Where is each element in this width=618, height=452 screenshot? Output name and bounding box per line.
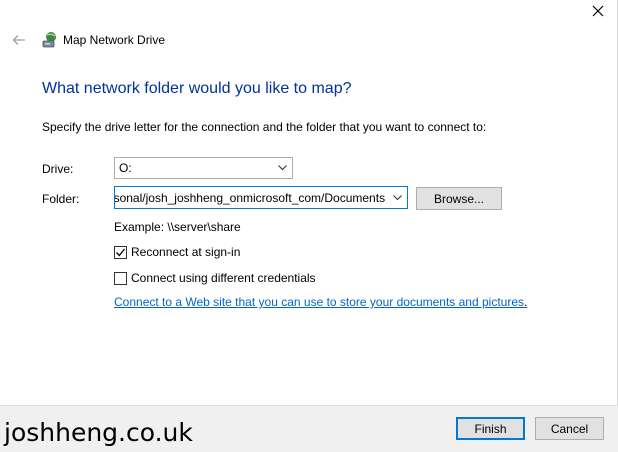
folder-label: Folder: — [42, 192, 80, 206]
watermark-text: joshheng.co.uk — [4, 418, 193, 447]
instruction-text: Specify the drive letter for the connect… — [42, 120, 487, 134]
cancel-button[interactable]: Cancel — [535, 417, 604, 440]
drive-select-value: O: — [119, 161, 132, 175]
example-text: Example: \\server\share — [114, 220, 241, 234]
reconnect-label: Reconnect at sign-in — [131, 245, 241, 259]
folder-input[interactable]: \\onedrive.live.com@SSL\personal/josh_jo… — [114, 186, 408, 209]
link-suffix: . — [524, 295, 528, 309]
back-arrow-icon — [12, 35, 25, 45]
browse-button[interactable]: Browse... — [416, 187, 502, 210]
finish-button[interactable]: Finish — [456, 417, 525, 440]
wizard-title: Map Network Drive — [63, 33, 166, 47]
folder-input-value: \\onedrive.live.com@SSL\personal/josh_jo… — [115, 190, 385, 205]
reconnect-option[interactable]: Reconnect at sign-in — [114, 245, 240, 259]
wizard-header: Map Network Drive — [10, 30, 165, 50]
credentials-label: Connect using different credentials — [131, 271, 316, 285]
map-network-drive-dialog: Map Network Drive What network folder wo… — [0, 0, 618, 452]
web-storage-link[interactable]: Connect to a Web site that you can use t… — [114, 295, 524, 309]
drive-select[interactable]: O: — [114, 157, 293, 179]
drive-label: Drive: — [42, 162, 74, 176]
network-drive-icon — [41, 31, 59, 49]
reconnect-checkbox[interactable] — [114, 245, 127, 259]
web-storage-link-row: Connect to a Web site that you can use t… — [114, 295, 527, 309]
chevron-down-icon — [393, 195, 402, 201]
close-icon — [592, 5, 604, 17]
credentials-checkbox[interactable] — [114, 271, 127, 285]
chevron-down-icon — [278, 165, 287, 171]
checkmark-icon — [116, 248, 126, 256]
back-button[interactable] — [10, 31, 28, 49]
credentials-option[interactable]: Connect using different credentials — [114, 271, 316, 285]
page-heading: What network folder would you like to ma… — [42, 80, 352, 97]
close-button[interactable] — [587, 0, 609, 22]
